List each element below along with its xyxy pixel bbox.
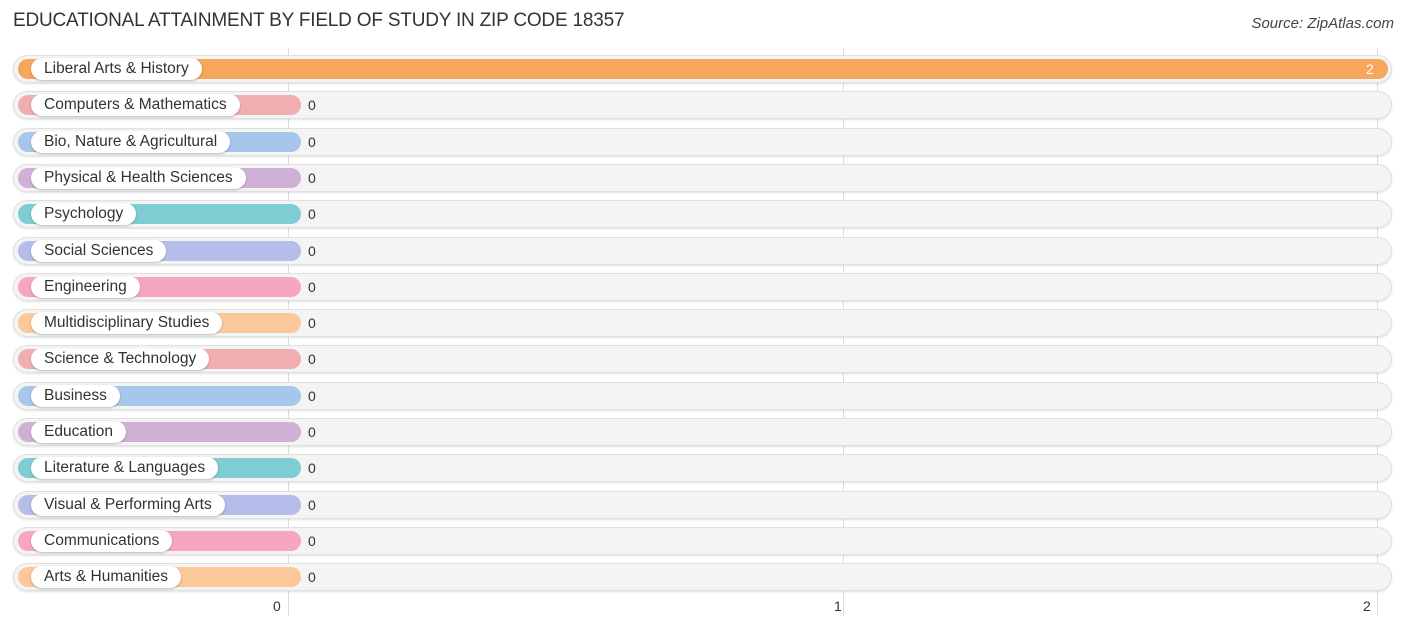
value-label: 0 xyxy=(308,388,316,404)
category-label: Engineering xyxy=(31,276,140,298)
bar[interactable] xyxy=(18,59,1388,79)
category-label: Science & Technology xyxy=(31,348,210,370)
x-tick-label: 1 xyxy=(834,598,842,614)
category-label: Literature & Languages xyxy=(31,457,219,479)
category-label: Arts & Humanities xyxy=(31,566,182,588)
category-label: Education xyxy=(31,421,126,443)
plot-area: 0 1 2 Liberal Arts & History 2 Computers & Ma… xyxy=(0,0,1406,631)
category-label: Psychology xyxy=(31,203,137,225)
category-label: Bio, Nature & Agricultural xyxy=(31,131,231,153)
value-label: 0 xyxy=(308,243,316,259)
value-label: 0 xyxy=(308,497,316,513)
category-label: Communications xyxy=(31,530,173,552)
category-label: Business xyxy=(31,385,120,407)
value-label: 0 xyxy=(308,533,316,549)
value-label: 0 xyxy=(308,424,316,440)
category-label: Multidisciplinary Studies xyxy=(31,312,223,334)
value-label: 0 xyxy=(308,97,316,113)
value-label: 0 xyxy=(308,134,316,150)
value-label: 0 xyxy=(308,351,316,367)
value-label: 0 xyxy=(308,279,316,295)
value-label: 0 xyxy=(308,460,316,476)
value-label: 0 xyxy=(308,569,316,585)
value-label: 0 xyxy=(308,315,316,331)
category-label: Visual & Performing Arts xyxy=(31,494,225,516)
value-label: 0 xyxy=(308,206,316,222)
category-label: Physical & Health Sciences xyxy=(31,167,246,189)
category-label: Social Sciences xyxy=(31,240,167,262)
x-tick-label: 2 xyxy=(1363,598,1371,614)
value-label: 0 xyxy=(308,170,316,186)
value-label: 2 xyxy=(1366,61,1374,77)
category-label: Computers & Mathematics xyxy=(31,94,240,116)
x-tick-label: 0 xyxy=(273,598,281,614)
category-label: Liberal Arts & History xyxy=(31,58,202,80)
